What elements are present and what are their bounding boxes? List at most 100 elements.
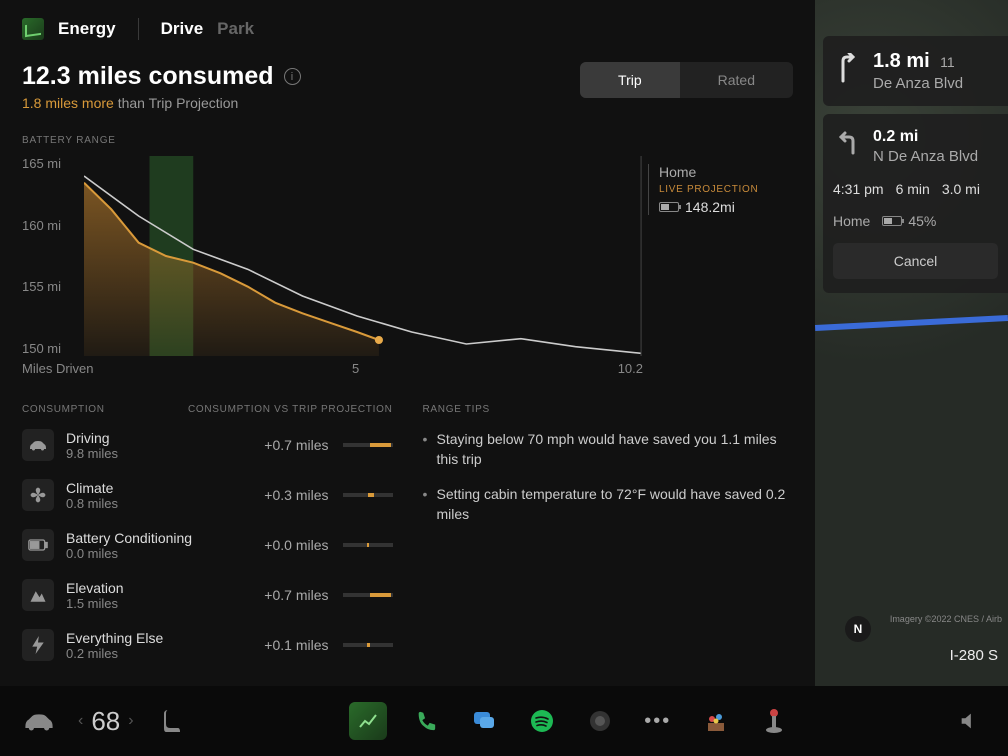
dock-toybox-icon[interactable] <box>697 702 735 740</box>
consumption-row: Everything Else 0.2 miles +0.1 miles <box>22 629 393 661</box>
current-road-label: I-280 S <box>950 647 998 664</box>
nav-step1-distance: 1.8 mi <box>873 50 930 72</box>
consumption-bar <box>343 593 393 597</box>
bottom-dock: ‹ 68 › ••• <box>0 686 1008 756</box>
consumption-bar <box>343 443 393 447</box>
range-tips-header: RANGE TIPS <box>423 404 794 415</box>
nav-eta-time: 4:31 pm <box>833 181 884 197</box>
chart-label: BATTERY RANGE <box>22 135 793 146</box>
consumption-name: Driving <box>66 430 239 446</box>
info-icon[interactable]: i <box>284 68 301 85</box>
consumption-delta: +0.0 miles <box>239 537 329 553</box>
energy-title: Energy <box>58 19 116 39</box>
consumption-row: Climate 0.8 miles +0.3 miles <box>22 479 393 511</box>
consumption-delta: +0.1 miles <box>239 637 329 653</box>
consumption-header-left: CONSUMPTION <box>22 404 105 415</box>
x-axis-labels: Miles Driven 5 10.2 <box>22 361 793 376</box>
energy-icon <box>22 18 44 40</box>
dock-more-icon[interactable]: ••• <box>639 702 677 740</box>
chart-plot: Home LIVE PROJECTION 148.2mi <box>84 156 793 356</box>
temp-down-button[interactable]: ‹ <box>78 712 83 730</box>
mountain-icon <box>22 579 54 611</box>
summary-subtitle: 1.8 miles more than Trip Projection <box>22 95 301 111</box>
live-projection-value-text: 148.2mi <box>685 199 735 215</box>
consumption-row: Elevation 1.5 miles +0.7 miles <box>22 579 393 611</box>
range-tip: Setting cabin temperature to 72°F would … <box>423 484 794 525</box>
nav-dest-soc: 45% <box>882 213 936 229</box>
compass-button[interactable]: N <box>845 616 871 642</box>
x-tick: 10.2 <box>618 361 643 376</box>
energy-panel: Energy Drive Park 12.3 miles consumed i … <box>0 0 815 686</box>
battery-icon <box>22 529 54 561</box>
header: Energy Drive Park <box>22 18 793 40</box>
range-tip: Staying below 70 mph would have saved yo… <box>423 429 794 470</box>
segment-trip[interactable]: Trip <box>580 62 680 98</box>
live-projection-value: 148.2mi <box>659 199 793 215</box>
x-tick: Miles Driven <box>22 361 94 376</box>
dock-phone-icon[interactable] <box>407 702 445 740</box>
tips-column: RANGE TIPS Staying below 70 mph would ha… <box>423 404 794 679</box>
dock-volume-icon[interactable] <box>950 702 988 740</box>
nav-dest-label: Home <box>833 213 870 229</box>
consumption-row: Battery Conditioning 0.0 miles +0.0 mile… <box>22 529 393 561</box>
nav-map-panel: 1.8 mi 11 De Anza Blvd 0.2 mi N De Anza … <box>815 0 1008 686</box>
y-tick: 165 mi <box>22 156 61 171</box>
battery-range-chart: 165 mi160 mi155 mi150 mi Home LIVE PROJE… <box>22 156 793 376</box>
tab-drive[interactable]: Drive <box>161 19 204 39</box>
tab-park[interactable]: Park <box>217 19 254 39</box>
consumption-row: Driving 9.8 miles +0.7 miles <box>22 429 393 461</box>
y-tick: 150 mi <box>22 341 61 356</box>
nav-step1-road: De Anza Blvd <box>873 75 963 92</box>
nav-step2-road: N De Anza Blvd <box>873 148 978 165</box>
dock-dashcam-icon[interactable] <box>581 702 619 740</box>
live-projection-box: Home LIVE PROJECTION 148.2mi <box>648 164 793 215</box>
divider <box>138 18 139 40</box>
consumption-delta: +0.3 miles <box>239 487 329 503</box>
consumption-value: 0.2 miles <box>66 646 239 661</box>
x-tick: 5 <box>352 361 359 376</box>
consumption-delta: +0.7 miles <box>239 437 329 453</box>
live-dest-label: Home <box>659 164 793 180</box>
map-attribution: Imagery ©2022 CNES / Airb <box>890 614 1002 624</box>
summary-delta-rest: than Trip Projection <box>114 95 239 111</box>
car-icon <box>22 429 54 461</box>
consumption-bar <box>343 643 393 647</box>
battery-mini-icon <box>882 216 902 226</box>
consumption-value: 1.5 miles <box>66 596 239 611</box>
consumption-bar <box>343 493 393 497</box>
dock-energy-icon[interactable] <box>349 702 387 740</box>
summary-delta-highlight: 1.8 miles more <box>22 95 114 111</box>
consumption-name: Everything Else <box>66 630 239 646</box>
nav-step2-distance: 0.2 mi <box>873 128 978 146</box>
nav-dest-soc-text: 45% <box>908 213 936 229</box>
dock-seat-icon[interactable] <box>154 702 192 740</box>
consumption-delta: +0.7 miles <box>239 587 329 603</box>
turn-right-exit-icon <box>833 53 861 90</box>
temp-up-button[interactable]: › <box>128 712 133 730</box>
consumption-bar <box>343 543 393 547</box>
consumption-value: 0.0 miles <box>66 546 239 561</box>
consumption-header-right: CONSUMPTION VS TRIP PROJECTION <box>188 404 393 415</box>
consumption-name: Climate <box>66 480 239 496</box>
dock-spotify-icon[interactable] <box>523 702 561 740</box>
dock-arcade-icon[interactable] <box>755 702 793 740</box>
fan-icon <box>22 479 54 511</box>
consumption-value: 0.8 miles <box>66 496 239 511</box>
y-tick: 155 mi <box>22 279 61 294</box>
summary-row: 12.3 miles consumed i 1.8 miles more tha… <box>22 62 793 111</box>
trip-rated-toggle: Trip Rated <box>580 62 793 98</box>
cancel-nav-button[interactable]: Cancel <box>833 243 998 279</box>
consumption-value: 9.8 miles <box>66 446 239 461</box>
nav-step-primary: 1.8 mi 11 De Anza Blvd <box>823 36 1008 106</box>
lower-section: CONSUMPTION CONSUMPTION VS TRIP PROJECTI… <box>22 404 793 679</box>
nav-dest-row: Home 45% <box>833 213 998 229</box>
y-axis-labels: 165 mi160 mi155 mi150 mi <box>22 156 61 356</box>
dock-messages-icon[interactable] <box>465 702 503 740</box>
battery-mini-icon <box>659 202 679 212</box>
turn-left-icon <box>833 131 861 162</box>
nav-eta-duration: 6 min <box>896 181 930 197</box>
segment-rated[interactable]: Rated <box>680 62 793 98</box>
consumption-name: Battery Conditioning <box>66 530 239 546</box>
dock-car-icon[interactable] <box>20 702 58 740</box>
temperature-value[interactable]: 68 <box>91 706 120 737</box>
